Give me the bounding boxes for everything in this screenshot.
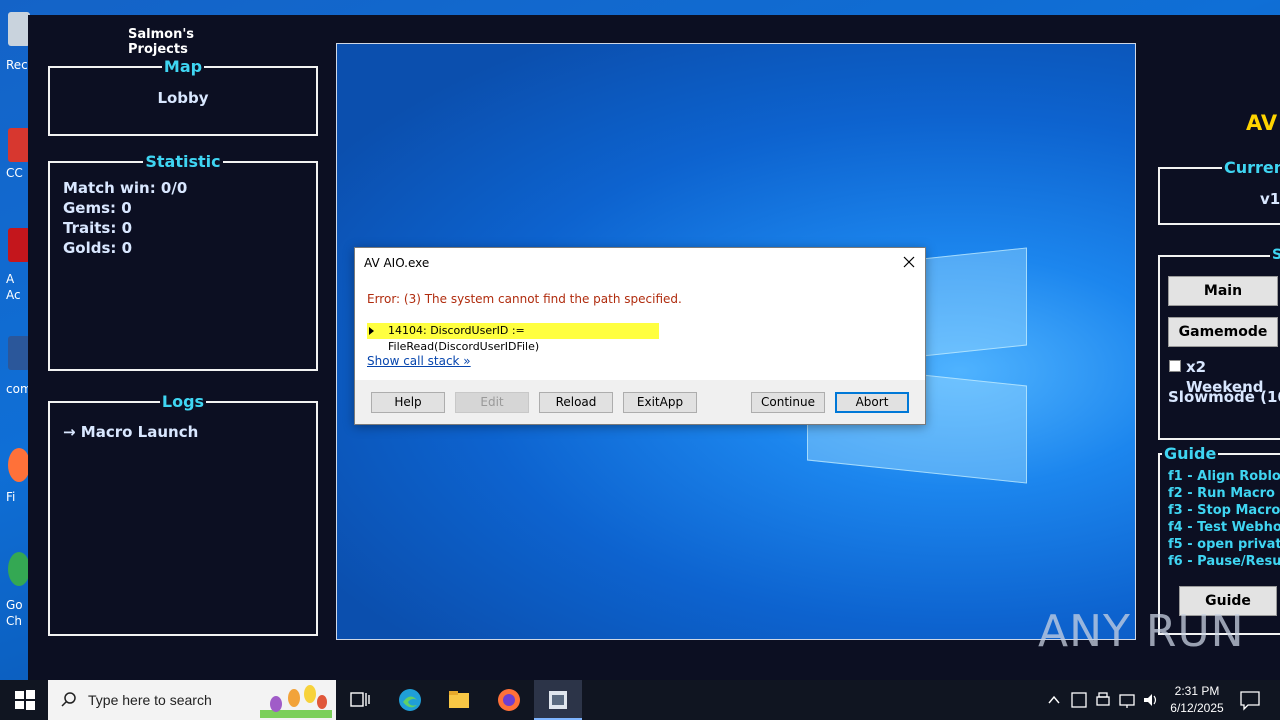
desktop-icon-label: Ch <box>6 614 22 628</box>
show-call-stack-link[interactable]: Show call stack » <box>367 354 471 368</box>
logs-legend: Logs <box>159 392 207 411</box>
firefox-icon[interactable] <box>8 448 30 482</box>
taskbar-search-box[interactable]: Type here to search <box>48 680 336 720</box>
reload-button[interactable]: Reload <box>539 392 613 413</box>
printer-icon[interactable] <box>1094 688 1112 712</box>
taskbar-clock[interactable]: 2:31 PM 6/12/2025 <box>1162 683 1232 717</box>
guide-item: f4 - Test Webhook <box>1168 520 1280 535</box>
chrome-icon[interactable] <box>8 552 30 586</box>
logs-group: Logs → Macro Launch <box>48 392 318 636</box>
word-document-icon[interactable] <box>8 336 30 370</box>
desktop-icon-label: CC <box>6 166 23 180</box>
guide-item: f2 - Run Macro <box>1168 486 1275 501</box>
recycle-bin-icon[interactable] <box>8 12 30 46</box>
continue-button[interactable]: Continue <box>751 392 825 413</box>
right-title: AV <box>1246 111 1278 135</box>
autohotkey-app-icon <box>549 691 567 709</box>
settings-legend: Sett <box>1270 247 1280 263</box>
map-value: Lobby <box>157 89 209 107</box>
abort-button[interactable]: Abort <box>835 392 909 413</box>
desktop-icon-label: A <box>6 272 15 286</box>
exitapp-button[interactable]: ExitApp <box>623 392 697 413</box>
anyrun-watermark: ANY RUN <box>1038 606 1245 657</box>
stat-gems: Gems: 0 <box>63 199 132 217</box>
current-legend: Current <box>1222 158 1280 177</box>
edit-button[interactable]: Edit <box>455 392 529 413</box>
slowmode-label: Slowmode (10- <box>1168 388 1280 406</box>
desktop-icon-label: Rec <box>6 58 28 72</box>
current-version-group: Current v1. <box>1158 158 1280 225</box>
map-legend: Map <box>161 57 205 76</box>
search-icon <box>61 692 76 707</box>
desktop-icon-label: Fi <box>6 490 16 504</box>
chevron-up-icon[interactable] <box>1046 688 1062 712</box>
active-app-tab[interactable] <box>534 680 582 720</box>
file-explorer-icon[interactable] <box>447 688 471 712</box>
firefox-icon[interactable] <box>497 688 521 712</box>
statistic-legend: Statistic <box>143 152 223 171</box>
log-entry: → Macro Launch <box>63 423 199 441</box>
gamemode-button[interactable]: Gamemode <box>1168 317 1278 347</box>
error-code-text: 14104: DiscordUserID := FileRead(Discord… <box>388 324 540 353</box>
close-icon[interactable] <box>901 254 917 270</box>
dialog-title: AV AIO.exe <box>364 256 430 270</box>
statistic-group: Statistic Match win: 0/0 Gems: 0 Traits:… <box>48 152 318 371</box>
guide-item: f1 - Align Roblox <box>1168 469 1280 484</box>
dialog-footer: Help Edit Reload ExitApp Continue Abort <box>355 380 925 424</box>
tulips-illustration-icon <box>260 685 332 718</box>
notification-icon[interactable] <box>1238 688 1262 712</box>
search-placeholder: Type here to search <box>88 692 212 708</box>
main-button[interactable]: Main <box>1168 276 1278 306</box>
desktop-icon-label: Ac <box>6 288 21 302</box>
volume-icon[interactable] <box>1142 688 1160 712</box>
stat-golds: Golds: 0 <box>63 239 133 257</box>
taskbar: Type here to search 2:31 PM 6/12/2025 <box>0 680 1280 720</box>
error-message: Error: (3) The system cannot find the pa… <box>367 292 682 306</box>
x2-weekend-checkbox[interactable] <box>1169 360 1181 372</box>
acrobat-icon[interactable] <box>8 228 30 262</box>
guide-item: f3 - Stop Macro <box>1168 503 1280 518</box>
edge-browser-icon[interactable] <box>398 688 422 712</box>
windows-start-icon[interactable] <box>13 688 37 712</box>
line-pointer-icon <box>369 327 374 335</box>
clock-date: 6/12/2025 <box>1170 701 1224 715</box>
ccleaner-icon[interactable] <box>8 128 30 162</box>
guide-item: f6 - Pause/Resume <box>1168 554 1280 569</box>
stat-traits: Traits: 0 <box>63 219 133 237</box>
guide-legend: Guide <box>1162 444 1219 463</box>
tray-app-icon[interactable] <box>1070 688 1088 712</box>
network-icon[interactable] <box>1118 688 1136 712</box>
map-group: Map Lobby <box>48 57 318 136</box>
macro-title: Salmon's Projects <box>128 27 195 57</box>
help-button[interactable]: Help <box>371 392 445 413</box>
clock-time: 2:31 PM <box>1174 684 1220 698</box>
error-code-line: 14104: DiscordUserID := FileRead(Discord… <box>367 323 659 353</box>
current-version: v1. <box>1260 190 1280 208</box>
error-dialog: AV AIO.exe Error: (3) The system cannot … <box>354 247 926 425</box>
stat-match-win: Match win: 0/0 <box>63 179 188 197</box>
guide-item: f5 - open private s <box>1168 537 1280 552</box>
task-view-icon[interactable] <box>348 688 372 712</box>
desktop-icon-label: Go <box>6 598 23 612</box>
